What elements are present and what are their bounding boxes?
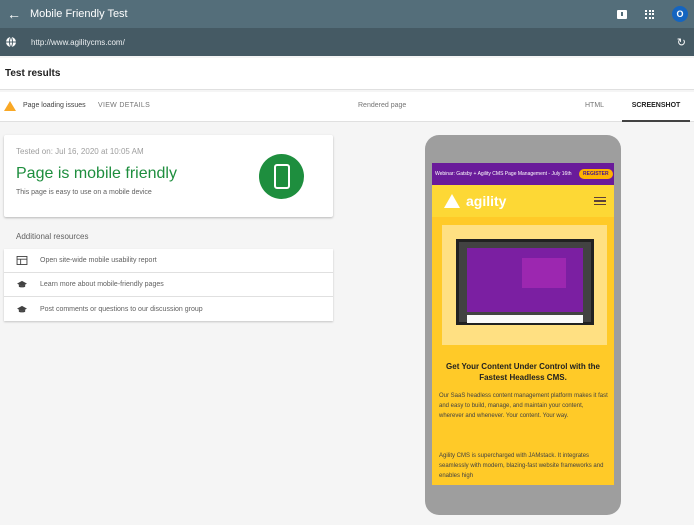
tab-html[interactable]: HTML bbox=[585, 102, 604, 109]
app-header: ← Mobile Friendly Test O bbox=[0, 0, 694, 28]
hero-paragraph-1: Our SaaS headless content management pla… bbox=[439, 393, 608, 419]
results-header: Test results bbox=[0, 58, 694, 90]
promo-banner: Webinar: Gatsby + Agility CMS Page Manag… bbox=[432, 163, 614, 185]
smartphone-icon bbox=[273, 164, 290, 189]
url-bar: http://www.agilitycms.com/ ↻ bbox=[0, 28, 694, 56]
header-actions: O bbox=[617, 6, 688, 22]
banner-text: Webinar: Gatsby + Agility CMS Page Manag… bbox=[435, 170, 572, 177]
rendered-page-label: Rendered page bbox=[358, 102, 407, 109]
apps-grid-icon[interactable] bbox=[645, 9, 654, 19]
results-heading: Test results bbox=[5, 68, 61, 79]
laptop-screen-footer bbox=[467, 315, 583, 323]
tested-on-timestamp: Tested on: Jul 16, 2020 at 10:05 AM bbox=[16, 147, 144, 156]
results-toolbar: Page loading issues VIEW DETAILS Rendere… bbox=[0, 92, 694, 122]
agility-logo-icon bbox=[444, 194, 460, 208]
additional-resources-heading: Additional resources bbox=[16, 232, 89, 241]
school-cap-icon bbox=[17, 280, 27, 288]
register-button: REGISTER bbox=[579, 169, 613, 179]
rendered-screenshot[interactable]: Webinar: Gatsby + Agility CMS Page Manag… bbox=[432, 163, 614, 485]
result-subtext: This page is easy to use on a mobile dev… bbox=[16, 189, 152, 196]
menu-icon bbox=[594, 196, 606, 206]
laptop-screen-card bbox=[522, 258, 566, 288]
app-title: Mobile Friendly Test bbox=[30, 8, 128, 20]
globe-icon bbox=[6, 36, 16, 48]
site-header: agility bbox=[432, 185, 614, 217]
school-cap-icon bbox=[17, 305, 27, 312]
resource-item-learn-more[interactable]: Learn more about mobile-friendly pages bbox=[4, 273, 333, 297]
tested-url[interactable]: http://www.agilitycms.com/ bbox=[31, 38, 125, 47]
refresh-icon[interactable]: ↻ bbox=[677, 36, 686, 49]
resource-item-discussion-group[interactable]: Post comments or questions to our discus… bbox=[4, 297, 333, 321]
site-brand: agility bbox=[466, 193, 507, 209]
mobile-screenshot-frame: Webinar: Gatsby + Agility CMS Page Manag… bbox=[425, 135, 621, 515]
account-avatar[interactable]: O bbox=[672, 6, 688, 22]
result-headline: Page is mobile friendly bbox=[16, 165, 177, 182]
resource-item-usability-report[interactable]: Open site-wide mobile usability report bbox=[4, 249, 333, 273]
page-loading-issues-label: Page loading issues bbox=[23, 102, 86, 109]
resource-label: Open site-wide mobile usability report bbox=[40, 257, 157, 264]
resource-label: Post comments or questions to our discus… bbox=[40, 305, 203, 313]
hero-paragraph-2: Agility CMS is supercharged with JAMstac… bbox=[439, 453, 604, 479]
tab-screenshot[interactable]: SCREENSHOT bbox=[622, 92, 690, 122]
arrow-left-icon[interactable]: ← bbox=[4, 6, 24, 22]
warning-icon bbox=[4, 101, 16, 111]
result-summary-card: Tested on: Jul 16, 2020 at 10:05 AM Page… bbox=[4, 135, 333, 217]
feedback-icon[interactable] bbox=[617, 9, 627, 19]
mobile-friendly-badge bbox=[259, 154, 304, 199]
resource-label: Learn more about mobile-friendly pages bbox=[40, 281, 164, 288]
resources-list: Open site-wide mobile usability report L… bbox=[4, 249, 333, 321]
hero-title: Get Your Content Under Control with the … bbox=[446, 362, 600, 382]
view-details-link[interactable]: VIEW DETAILS bbox=[98, 102, 150, 109]
table-icon bbox=[16, 256, 28, 265]
